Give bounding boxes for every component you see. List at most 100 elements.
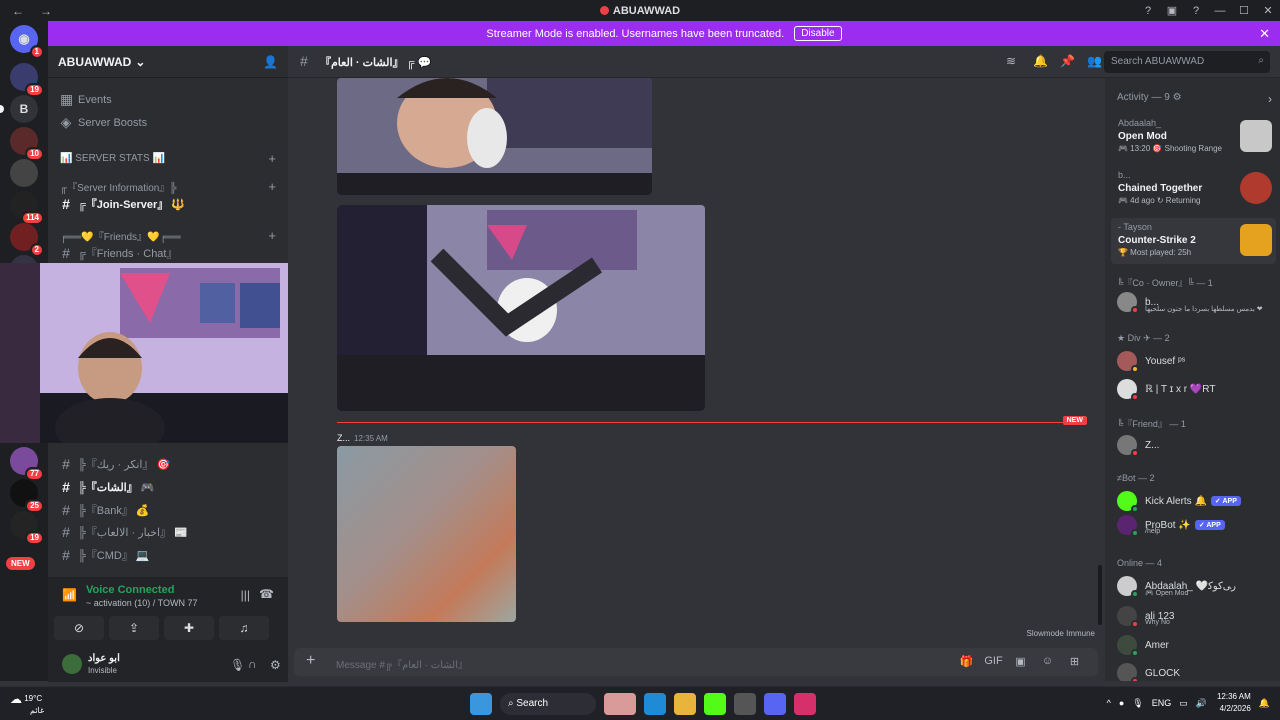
- add-channel-icon[interactable]: +: [268, 228, 276, 243]
- headset-icon[interactable]: ∩: [248, 657, 257, 671]
- message-composer[interactable]: + Message #╔『الشات · العام』 🎁 GIF ▣ ☺ ⊞: [294, 648, 1098, 676]
- server-icon[interactable]: 2: [10, 223, 44, 257]
- mic-tray-icon[interactable]: 🎙: [1132, 698, 1143, 709]
- noise-suppression-icon[interactable]: |||: [241, 588, 250, 602]
- kick-app-icon[interactable]: [704, 693, 726, 715]
- events-item[interactable]: ▦ Events: [60, 91, 112, 108]
- channel-item[interactable]: # ╠『CMD』 💻: [60, 547, 150, 563]
- apps-icon[interactable]: ⊞: [1061, 655, 1088, 668]
- add-channel-icon[interactable]: +: [268, 151, 276, 166]
- invite-icon[interactable]: 👤: [263, 55, 278, 69]
- search-input[interactable]: Search ABUAWWAD ⌕: [1104, 51, 1270, 73]
- avatar[interactable]: [62, 654, 82, 674]
- server-icon[interactable]: 77: [10, 447, 44, 481]
- screen-share-button[interactable]: ⇪: [109, 616, 159, 640]
- clock[interactable]: 12:36 AM 4/2/2026: [1217, 691, 1251, 715]
- banner-close-icon[interactable]: ✕: [1259, 26, 1270, 42]
- windows-start-icon[interactable]: [470, 693, 492, 715]
- threads-icon[interactable]: ≋: [1006, 54, 1016, 68]
- member-item[interactable]: Yousef ᵖˢ: [1117, 349, 1185, 373]
- network-icon[interactable]: ▭: [1179, 698, 1188, 709]
- member-item[interactable]: GLOCK: [1117, 661, 1180, 681]
- edge-icon[interactable]: [644, 693, 666, 715]
- member-item[interactable]: Z...: [1117, 433, 1159, 457]
- voice-channel[interactable]: ~ activation (10) / TOWN 77: [86, 598, 197, 608]
- member-item[interactable]: ℝ | T ɪ x r 💜RT: [1117, 377, 1215, 401]
- server-header[interactable]: ABUAWWAD ⌄ 👤: [48, 46, 288, 78]
- message-input[interactable]: Message #╔『الشات · العام』: [336, 656, 468, 671]
- inbox-icon[interactable]: ▣: [1160, 4, 1184, 17]
- gift-icon[interactable]: 🎁: [953, 655, 980, 668]
- server-icon[interactable]: B: [0, 95, 38, 123]
- new-unreads-pill[interactable]: NEW: [6, 557, 35, 570]
- member-item[interactable]: ali 123 Why No: [1117, 604, 1174, 628]
- emoji-icon[interactable]: ☺: [1034, 655, 1061, 668]
- taskbar-search[interactable]: ⌕ Search: [500, 693, 596, 715]
- attach-plus-icon[interactable]: +: [306, 652, 315, 670]
- scrollbar[interactable]: [1098, 565, 1102, 625]
- disable-streamer-mode-button[interactable]: Disable: [794, 26, 842, 41]
- category-friends[interactable]: ╒══💛『Friends』💛╒══ +: [60, 228, 276, 243]
- member-item[interactable]: Kick Alerts 🔔 ✓ APP: [1117, 489, 1241, 513]
- voice-status[interactable]: Voice Connected: [86, 584, 174, 596]
- server-icon[interactable]: 114: [10, 191, 44, 225]
- file-explorer-icon[interactable]: [674, 693, 696, 715]
- server-icon[interactable]: [10, 159, 38, 187]
- notification-icon[interactable]: 🔔: [1259, 698, 1270, 709]
- image-attachment[interactable]: [337, 446, 516, 622]
- tray-app-icon[interactable]: ●: [1119, 698, 1124, 708]
- camera-off-button[interactable]: ⊘: [54, 616, 104, 640]
- bell-icon[interactable]: 🔔: [1033, 54, 1048, 68]
- server-icon[interactable]: 10: [10, 127, 44, 161]
- message-author[interactable]: Z...: [337, 433, 350, 443]
- category-server-info[interactable]: ╓『Server Information』╠ +: [60, 179, 276, 194]
- channel-item[interactable]: # ╠『Bank』 💰: [60, 502, 150, 518]
- server-boosts-item[interactable]: ◈ Server Boosts: [60, 114, 147, 131]
- pin-icon[interactable]: 📌: [1060, 54, 1075, 68]
- channel-join-server[interactable]: # ╔『Join-Server』 🔱: [60, 196, 185, 212]
- server-icon[interactable]: 19: [10, 511, 44, 545]
- add-channel-icon[interactable]: +: [268, 179, 276, 194]
- weather-widget[interactable]: ☁ 19°C غائم: [10, 692, 44, 715]
- sticker-icon[interactable]: ▣: [1007, 655, 1034, 668]
- help-icon[interactable]: ?: [1136, 5, 1160, 17]
- category-server-stats[interactable]: 📊 SERVER STATS 📊 +: [60, 151, 276, 166]
- member-item[interactable]: b... بدمس مسلطها بسردا ما جنون سلحيها ❤: [1117, 290, 1263, 314]
- minimize-icon[interactable]: —: [1208, 5, 1232, 17]
- member-item[interactable]: Amer: [1117, 633, 1169, 657]
- member-item[interactable]: Abdaalah_ 🤍ﺭﯽﮐﻮﮐ 🎮 Open Mod: [1117, 574, 1236, 598]
- settings-icon[interactable]: ⚙: [270, 658, 281, 672]
- chrome-icon[interactable]: [734, 693, 756, 715]
- gif-icon[interactable]: GIF: [980, 655, 1007, 668]
- mic-icon[interactable]: 🎙: [230, 658, 245, 672]
- video-attachment[interactable]: [337, 78, 652, 195]
- forward-icon[interactable]: →: [36, 4, 56, 18]
- activity-card[interactable]: - Tayson Counter-Strike 2 🏆 Most played: 2…: [1111, 218, 1276, 264]
- language-indicator[interactable]: ENG: [1152, 698, 1172, 708]
- chevron-right-icon[interactable]: ›: [1268, 92, 1272, 106]
- channel-item[interactable]: # ╠『الشات』 🎮: [60, 479, 154, 495]
- soundboard-button[interactable]: ♫: [219, 616, 269, 640]
- activity-card[interactable]: Abdaalah_ Open Mod 🎮 13:20 🎯 Shooting Rang…: [1111, 114, 1276, 160]
- server-icon[interactable]: 19: [10, 63, 44, 97]
- instagram-icon[interactable]: [794, 693, 816, 715]
- maximize-icon[interactable]: ☐: [1232, 4, 1256, 17]
- channel-item[interactable]: # ╠『اخبار · الالعاب』 📰: [60, 524, 188, 540]
- channel-item[interactable]: # ╠『انكر · ريك』 🎯: [60, 456, 170, 472]
- close-icon[interactable]: ✕: [1256, 4, 1280, 17]
- volume-icon[interactable]: 🔊: [1196, 698, 1207, 709]
- help-circle-icon[interactable]: ?: [1184, 5, 1208, 17]
- disconnect-icon[interactable]: ☎: [259, 587, 274, 601]
- member-item[interactable]: ProBot ✨ ✓ APP/help: [1117, 513, 1225, 537]
- home-icon[interactable]: ◉ 1: [10, 25, 44, 59]
- activities-button[interactable]: ✚: [164, 616, 214, 640]
- channel-friends-chat[interactable]: # ╔『Friends · Chat』: [60, 245, 177, 261]
- back-icon[interactable]: ←: [8, 4, 28, 18]
- server-icon[interactable]: 25: [10, 479, 44, 513]
- chevron-up-icon[interactable]: ^: [1107, 698, 1111, 708]
- activity-card[interactable]: b... Chained Together 🎮 4d ago ↻ Returning: [1111, 166, 1276, 212]
- members-icon[interactable]: 👥: [1087, 54, 1102, 68]
- discord-icon[interactable]: [764, 693, 786, 715]
- video-attachment[interactable]: [337, 205, 705, 411]
- widget-icon[interactable]: [604, 693, 636, 715]
